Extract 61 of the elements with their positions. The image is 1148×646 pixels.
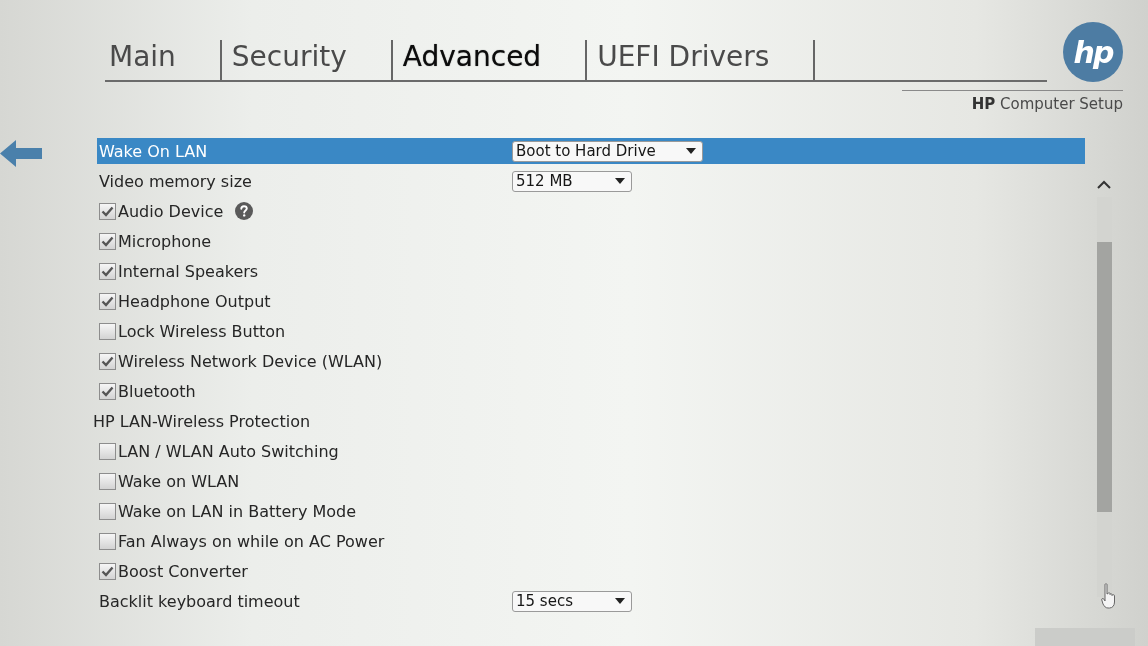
help-icon[interactable] xyxy=(235,202,254,220)
settings-row[interactable]: Bluetooth xyxy=(97,378,1085,404)
settings-row[interactable]: Wake On LAN Boot to Hard Drive xyxy=(97,138,1085,164)
settings-row[interactable]: Video memory size 512 MB xyxy=(97,168,1085,194)
checkbox-label: Bluetooth xyxy=(118,381,196,401)
checkbox[interactable] xyxy=(99,352,116,370)
pointer-cursor-icon xyxy=(1101,583,1117,609)
checkbox[interactable] xyxy=(99,232,116,250)
checkbox-label: Microphone xyxy=(118,231,212,251)
back-arrow-icon[interactable] xyxy=(0,140,42,167)
checkbox-label: Lock Wireless Button xyxy=(118,321,286,341)
settings-row[interactable]: Fan Always on while on AC Power xyxy=(97,528,1085,554)
checkbox-label: Boost Converter xyxy=(118,561,248,581)
checkbox-label: Wireless Network Device (WLAN) xyxy=(118,351,383,371)
settings-row[interactable]: Wake on LAN in Battery Mode xyxy=(97,498,1085,524)
settings-row[interactable]: Microphone xyxy=(97,228,1085,254)
checkbox[interactable] xyxy=(99,442,116,460)
checkbox-label: Headphone Output xyxy=(118,291,271,311)
checkbox[interactable] xyxy=(99,292,116,310)
checkbox-label: Audio Device xyxy=(118,201,224,221)
caret-icon xyxy=(685,148,696,154)
tab[interactable]: Security xyxy=(219,40,391,80)
logo: hp xyxy=(1063,22,1123,82)
setting-label: Backlit keyboard timeout xyxy=(99,591,300,611)
settings-row[interactable]: Wake on WLAN xyxy=(97,468,1085,494)
tab[interactable]: Advanced xyxy=(390,40,586,80)
section-heading: HP LAN-Wireless Protection xyxy=(93,411,311,431)
tab[interactable]: UEFI Drivers xyxy=(585,40,816,80)
settings-row[interactable]: Wireless Network Device (WLAN) xyxy=(97,348,1085,374)
checkbox[interactable] xyxy=(99,502,116,520)
checkbox[interactable] xyxy=(99,472,116,490)
checkbox[interactable] xyxy=(99,532,116,550)
settings-row[interactable]: LAN / WLAN Auto Switching xyxy=(97,438,1085,464)
checkbox[interactable] xyxy=(99,322,116,340)
dropdown[interactable]: 512 MB xyxy=(512,170,632,192)
settings-row[interactable]: Headphone Output xyxy=(97,288,1085,314)
app-title: HP Computer Setup xyxy=(901,90,1123,113)
dropdown[interactable]: Boot to Hard Drive xyxy=(512,140,703,162)
checkbox-label: Wake on WLAN xyxy=(118,471,240,491)
caret-icon xyxy=(615,598,625,604)
scroll-thumb[interactable] xyxy=(1097,242,1112,512)
scroll-up-icon[interactable] xyxy=(1097,180,1111,189)
scrollbar[interactable] xyxy=(1097,197,1112,597)
checkbox-label: Internal Speakers xyxy=(118,261,259,281)
settings-row[interactable]: Backlit keyboard timeout 15 secs xyxy=(97,588,1085,614)
checkbox-label: LAN / WLAN Auto Switching xyxy=(118,441,339,461)
setting-label: Wake On LAN xyxy=(99,141,208,161)
settings-row[interactable]: Internal Speakers xyxy=(97,258,1085,284)
settings-row[interactable]: Boost Converter xyxy=(97,558,1085,584)
setting-label: Video memory size xyxy=(99,171,252,191)
checkbox[interactable] xyxy=(99,562,116,580)
tab[interactable]: Main xyxy=(105,40,220,80)
settings-row[interactable]: Audio Device xyxy=(97,198,1085,224)
settings-row[interactable]: Lock Wireless Button xyxy=(97,318,1085,344)
dropdown[interactable]: 15 secs xyxy=(512,590,632,612)
checkbox[interactable] xyxy=(99,262,116,280)
checkbox-label: Fan Always on while on AC Power xyxy=(118,531,385,551)
checkbox-label: Wake on LAN in Battery Mode xyxy=(118,501,357,521)
caret-icon xyxy=(615,178,625,184)
checkbox[interactable] xyxy=(99,382,116,400)
checkbox[interactable] xyxy=(99,202,116,220)
